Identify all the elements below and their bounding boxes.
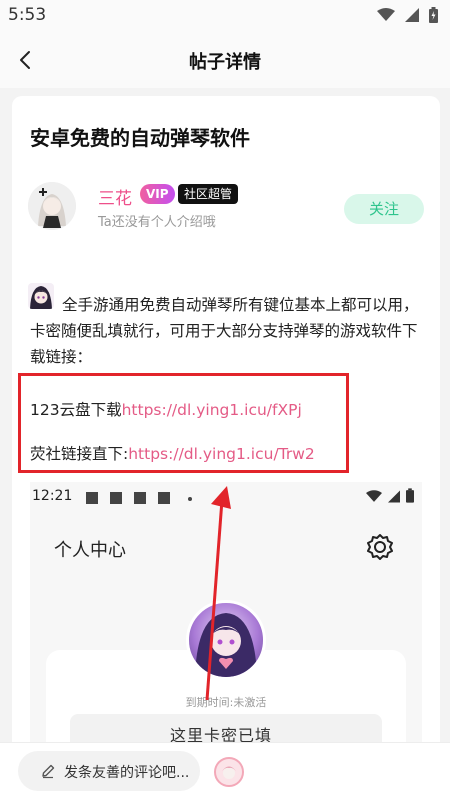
bottom-comment-bar: 发条友善的评论吧... — [0, 742, 450, 800]
status-icons — [377, 7, 438, 23]
post-title: 安卓免费的自动弹琴软件 — [30, 126, 250, 150]
notification-icon — [134, 492, 146, 504]
signal-icon — [405, 8, 419, 22]
highlight-box — [18, 373, 349, 473]
battery-icon — [406, 488, 414, 503]
screenshot-page-title: 个人中心 — [54, 540, 126, 561]
comment-input[interactable]: 发条友善的评论吧... — [18, 751, 200, 791]
battery-icon — [429, 7, 438, 23]
follow-button[interactable]: 关注 — [344, 194, 424, 224]
user-avatar[interactable] — [214, 757, 244, 787]
notification-icon — [158, 492, 170, 504]
top-nav: 帖子详情 — [0, 32, 450, 88]
more-notifications-icon — [188, 497, 192, 501]
wifi-icon — [366, 490, 382, 502]
page-title: 帖子详情 — [189, 52, 261, 73]
pen-icon — [42, 764, 55, 779]
signal-icon — [388, 490, 400, 503]
status-bar: 5:53 — [0, 0, 450, 32]
author-avatar[interactable] — [28, 182, 76, 230]
screenshot-avatar — [186, 600, 266, 680]
screenshot-status-bar: 12:21 — [30, 482, 422, 512]
screenshot-time: 12:21 — [32, 488, 73, 504]
gear-icon — [367, 534, 393, 560]
notification-icon — [110, 492, 122, 504]
status-time: 5:53 — [8, 5, 47, 25]
author-name[interactable]: 三花 — [98, 184, 132, 209]
notification-icon — [86, 492, 98, 504]
role-badge: 社区超管 — [178, 184, 239, 204]
screenshot-expire-text: 到期时间:未激活 — [185, 696, 267, 709]
comment-placeholder: 发条友善的评论吧... — [64, 765, 190, 781]
wifi-icon — [377, 8, 395, 21]
vip-badge: VIP — [140, 184, 175, 204]
post-body: 全手游通用免费自动弹琴所有键位基本上都可以用，卡密随便乱填就行，可用于大部分支持… — [30, 296, 419, 366]
author-bio: Ta还没有个人介绍哦 — [98, 215, 216, 230]
